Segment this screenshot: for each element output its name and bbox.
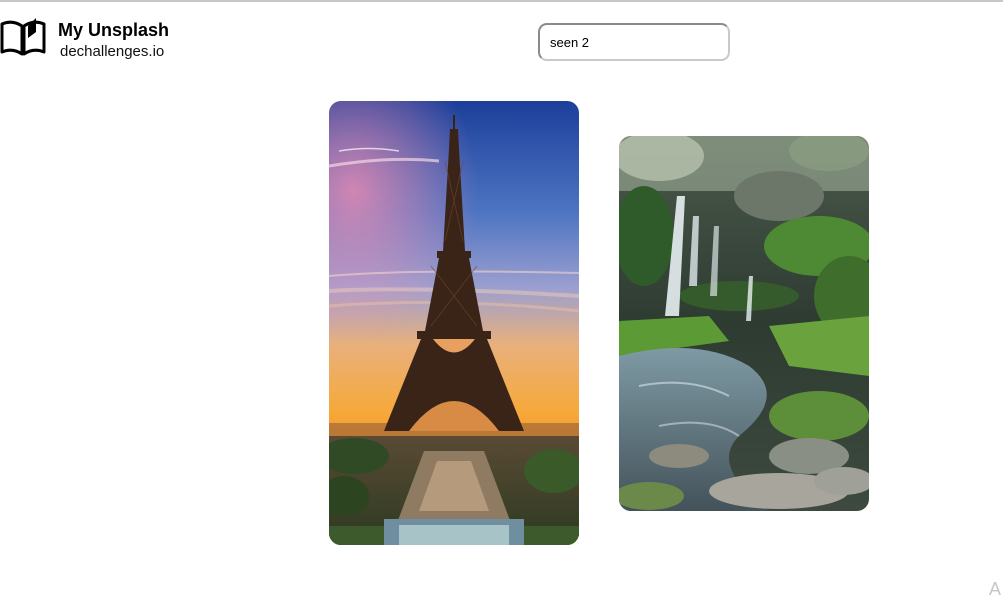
- app-title: My Unsplash: [58, 20, 170, 40]
- search-input[interactable]: [538, 23, 730, 61]
- brand[interactable]: My Unsplash dechallenges.io: [0, 16, 169, 62]
- brand-text: My Unsplash dechallenges.io: [58, 19, 169, 62]
- app-subtitle: dechallenges.io: [60, 43, 165, 60]
- gallery-image-eiffel-tower[interactable]: [329, 101, 579, 545]
- gallery-image-waterfall[interactable]: [619, 136, 869, 511]
- waterfall-photo: [619, 136, 869, 511]
- eiffel-tower-photo: [329, 101, 579, 545]
- app-page: My Unsplash dechallenges.io seen 2 A: [0, 0, 1003, 602]
- corner-letter: A: [988, 579, 1001, 599]
- open-book-icon: [0, 18, 46, 56]
